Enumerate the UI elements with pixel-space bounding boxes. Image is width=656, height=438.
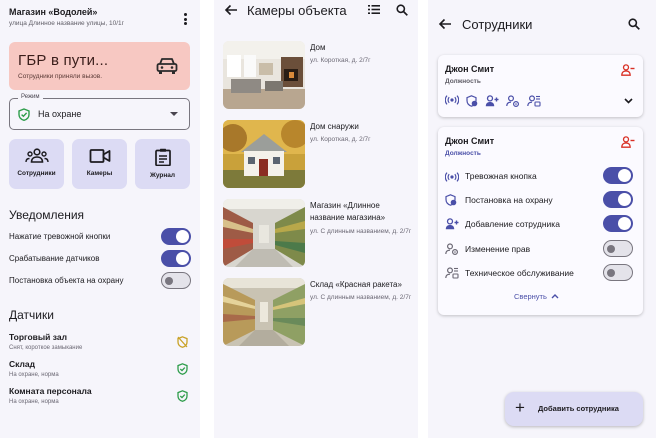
employee-card[interactable]: Джон Смит Должность: [438, 55, 643, 117]
employees-button[interactable]: Сотрудники: [9, 139, 64, 189]
sensor-state: На охране, норма: [9, 399, 59, 405]
shield-check-icon: [177, 363, 188, 375]
chevron-down-icon[interactable]: [624, 98, 633, 104]
permission-label: Постановка на охрану: [465, 195, 553, 205]
videocam-icon: [89, 149, 110, 163]
collapse-button[interactable]: Свернуть: [514, 292, 559, 301]
camera-name[interactable]: Склад «Красная ракета»: [310, 279, 410, 291]
permission-label: Техническое обслуживание: [465, 268, 574, 278]
person-remove-icon[interactable]: [621, 64, 635, 76]
employee-role: Должность: [445, 150, 481, 157]
camera-thumbnail[interactable]: [223, 41, 305, 109]
list-view-icon[interactable]: [368, 4, 380, 15]
collapse-label: Свернуть: [514, 292, 547, 301]
alarm-status-card[interactable]: ГБР в пути... Сотрудники приняли вызов.: [9, 42, 190, 90]
notification-toggle-sensors[interactable]: [161, 250, 191, 267]
page-title: Сотрудники: [462, 17, 533, 32]
permission-label: Изменение прав: [465, 244, 531, 254]
camera-name[interactable]: Дом: [310, 42, 410, 54]
object-address: улица Длинное название улицы, 10/1г: [9, 20, 125, 27]
shield-check-icon: [177, 390, 188, 402]
person-gear-icon: [506, 95, 519, 107]
plus-icon: +: [515, 398, 525, 417]
add-employee-label: Добавить сотрудника: [538, 404, 619, 413]
notification-label-arming: Постановка объекта на охрану: [9, 276, 124, 285]
cameras-button[interactable]: Камеры: [72, 139, 127, 189]
camera-address: ул. Короткая, д. 2/7г: [310, 57, 371, 64]
notification-toggle-alarm-button[interactable]: [161, 228, 191, 245]
dropdown-arrow-icon: [170, 112, 178, 116]
back-arrow-icon[interactable]: [224, 4, 238, 16]
employee-role: Должность: [445, 78, 481, 85]
mode-select[interactable]: Режим На охране: [9, 94, 190, 130]
permission-toggle-alarm-button[interactable]: [603, 167, 633, 184]
add-employee-button[interactable]: + Добавить сотрудника: [505, 392, 643, 426]
page-title: Камеры объекта: [247, 3, 347, 18]
permission-toggle-maintenance[interactable]: [603, 264, 633, 281]
sensors-heading: Датчики: [9, 308, 54, 322]
shield-check-icon: [18, 108, 30, 121]
mode-value: На охране: [38, 109, 82, 119]
camera-name[interactable]: Дом снаружи: [310, 121, 410, 133]
employees-screen: Сотрудники Джон Смит Должность Джон Смит…: [428, 0, 656, 438]
cameras-screen: Камеры объекта Дом ул. Короткая, д. 2/7г: [214, 0, 418, 438]
back-arrow-icon[interactable]: [438, 18, 452, 30]
manage-accounts-icon: [445, 267, 459, 279]
permission-label: Тревожная кнопка: [465, 171, 537, 181]
camera-address: ул. Короткая, д. 2/7г: [310, 136, 371, 143]
notifications-heading: Уведомления: [9, 208, 85, 222]
object-header: Магазин «Водолей» улица Длинное название…: [9, 7, 190, 27]
shield-clock-icon: [466, 95, 478, 107]
manage-accounts-icon: [527, 95, 541, 107]
shield-clock-icon: [445, 194, 457, 206]
camera-thumbnail[interactable]: [223, 199, 305, 267]
employee-name: Джон Смит: [445, 136, 495, 146]
notification-label-alarm-button: Нажатие тревожной кнопки: [9, 232, 111, 241]
permission-icons: [445, 95, 541, 107]
journal-button-label: Журнал: [149, 172, 176, 179]
person-gear-icon: [445, 243, 458, 255]
chevron-up-icon: [551, 294, 559, 299]
person-remove-icon[interactable]: [621, 136, 635, 148]
person-add-icon: [485, 95, 499, 107]
permission-toggle-change-rights[interactable]: [603, 240, 633, 257]
alarm-title: ГБР в пути...: [18, 52, 109, 69]
mode-label: Режим: [18, 94, 43, 100]
car-icon: [156, 58, 178, 74]
alarm-signal-icon: [445, 172, 459, 182]
clipboard-icon: [154, 148, 171, 166]
search-icon[interactable]: [628, 18, 640, 30]
sensor-state: Снят, короткое замыкание: [9, 345, 83, 351]
search-icon[interactable]: [396, 4, 408, 16]
sensor-state: На охране, норма: [9, 372, 59, 378]
alarm-signal-icon: [445, 95, 459, 105]
employee-name: Джон Смит: [445, 64, 495, 74]
sensor-name: Склад: [9, 359, 36, 369]
shield-off-icon: [177, 336, 188, 348]
camera-name[interactable]: Магазин «Длинное название магазина»: [310, 200, 410, 224]
journal-button[interactable]: Журнал: [135, 139, 190, 189]
employee-card[interactable]: Джон Смит Должность Тревожная кнопка Пос…: [438, 127, 643, 315]
object-title: Магазин «Водолей»: [9, 7, 98, 17]
notification-toggle-arming[interactable]: [161, 272, 191, 289]
sensor-name: Комната персонала: [9, 386, 92, 396]
employees-button-label: Сотрудники: [17, 170, 56, 177]
notification-label-sensors: Срабатывание датчиков: [9, 254, 100, 263]
camera-thumbnail[interactable]: [223, 278, 305, 346]
person-add-icon: [445, 218, 459, 230]
permission-toggle-add-employee[interactable]: [603, 215, 633, 232]
camera-address: ул. С длинным названием, д. 2/7г: [310, 228, 412, 235]
camera-thumbnail[interactable]: [223, 120, 305, 188]
camera-address: ул. С длинным названием, д. 2/7г: [310, 294, 412, 301]
permission-toggle-arming[interactable]: [603, 191, 633, 208]
permission-label: Добавление сотрудника: [465, 219, 560, 229]
alarm-subtitle: Сотрудники приняли вызов.: [18, 73, 103, 80]
cameras-button-label: Камеры: [86, 170, 113, 177]
object-screen: Магазин «Водолей» улица Длинное название…: [0, 0, 200, 438]
people-icon: [24, 148, 49, 163]
sensor-name: Торговый зал: [9, 332, 67, 342]
more-vert-icon[interactable]: [184, 13, 188, 25]
